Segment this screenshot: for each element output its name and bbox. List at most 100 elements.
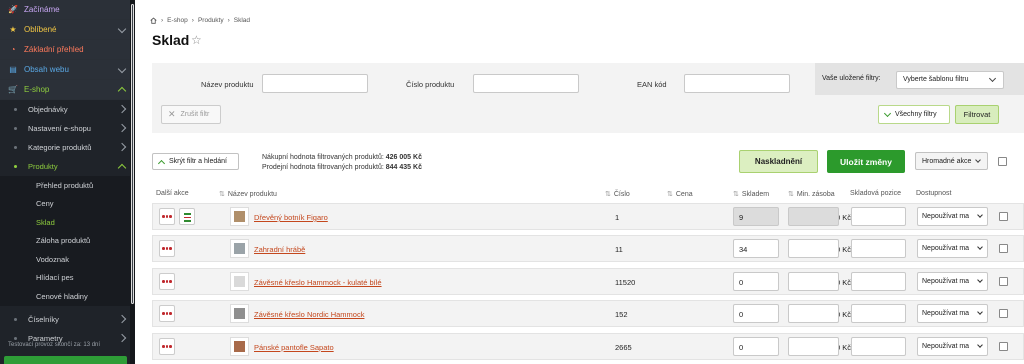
- header-availability: Dostupnost: [916, 190, 952, 197]
- stock-in-button[interactable]: Naskladnění: [739, 150, 818, 173]
- availability-select[interactable]: Nepoužívat ma: [917, 207, 988, 226]
- sale-value-label: Prodejní hodnota filtrovaných produktů:: [262, 164, 384, 171]
- list-icon[interactable]: [179, 208, 195, 225]
- sidebar-item-label: Produkty: [28, 162, 58, 171]
- sidebar-item-products[interactable]: Produkty: [0, 157, 135, 176]
- stock-input[interactable]: 34: [733, 239, 779, 258]
- product-number: 11520: [615, 278, 636, 287]
- chevron-up-icon: [117, 86, 127, 96]
- filter-button[interactable]: Filtrovat: [955, 105, 999, 124]
- header-min-stock[interactable]: ⇅ Min. zásoba: [788, 190, 835, 199]
- favorite-star-icon[interactable]: ☆: [191, 33, 202, 47]
- min-stock-input[interactable]: [788, 304, 839, 323]
- product-name-link[interactable]: Pánské pantofle Sapato: [254, 343, 334, 352]
- sidebar-item-getting-started[interactable]: 🚀 Začínáme: [0, 0, 135, 20]
- main-content: › E-shop › Produkty › Sklad Sklad ☆ Náze…: [135, 0, 1024, 364]
- trial-button[interactable]: [4, 356, 127, 364]
- availability-select[interactable]: Nepoužívat ma: [917, 239, 988, 258]
- stock-input[interactable]: 0: [733, 304, 779, 323]
- sidebar-item-price-levels[interactable]: Cenové hladiny: [0, 287, 135, 306]
- all-filters-button[interactable]: Všechny filtry: [878, 105, 950, 124]
- more-actions-button[interactable]: [159, 240, 175, 257]
- saved-filters-select[interactable]: Vyberte šablonu filtru: [896, 71, 1004, 89]
- row-checkbox[interactable]: [999, 212, 1008, 221]
- header-stock[interactable]: ⇅ Skladem: [733, 190, 770, 199]
- stock-position-input[interactable]: [851, 304, 906, 323]
- purchase-value: 426 005 Kč: [385, 154, 422, 161]
- availability-value: Nepoužívat ma: [922, 245, 970, 252]
- row-checkbox[interactable]: [999, 244, 1008, 253]
- sidebar-item-stock[interactable]: Sklad: [0, 213, 135, 232]
- gauge-icon: ◔: [10, 45, 16, 54]
- product-number-input[interactable]: [473, 74, 579, 93]
- save-changes-button[interactable]: Uložit změny: [827, 150, 905, 173]
- more-actions-button[interactable]: [159, 208, 175, 225]
- breadcrumb-eshop[interactable]: E-shop: [167, 17, 188, 24]
- home-icon[interactable]: [150, 17, 157, 24]
- header-number[interactable]: ⇅ Číslo: [605, 190, 630, 199]
- stock-input[interactable]: 0: [733, 272, 779, 291]
- bulk-actions-select[interactable]: Hromadné akce: [915, 152, 988, 170]
- stock-position-input[interactable]: [851, 239, 906, 258]
- scrollbar-thumb[interactable]: [131, 4, 134, 304]
- chevron-down-icon: [977, 309, 983, 315]
- sidebar-item-web-content[interactable]: ▤ Obsah webu: [0, 60, 135, 80]
- row-checkbox[interactable]: [999, 309, 1008, 318]
- more-actions-button[interactable]: [159, 305, 175, 322]
- header-stock-label: Skladem: [741, 190, 770, 198]
- sidebar-item-label: Objednávky: [28, 105, 68, 114]
- all-filters-label: Všechny filtry: [895, 111, 937, 118]
- breadcrumb-separator: ›: [161, 17, 164, 24]
- min-stock-input[interactable]: [788, 272, 839, 291]
- stock-input[interactable]: 0: [733, 337, 779, 356]
- product-name-link[interactable]: Zahradní hrábě: [254, 245, 305, 254]
- sidebar-item-categories[interactable]: Kategorie produktů: [0, 138, 135, 157]
- sidebar-item-orders[interactable]: Objednávky: [0, 100, 135, 119]
- bulk-actions-label: Hromadné akce: [922, 157, 972, 165]
- sidebar-item-product-overview[interactable]: Přehled produktů: [0, 176, 135, 195]
- breadcrumb-products[interactable]: Produkty: [198, 17, 224, 24]
- availability-select[interactable]: Nepoužívat ma: [917, 304, 988, 323]
- stock-position-input[interactable]: [851, 272, 906, 291]
- product-name-link[interactable]: Závěsné křeslo Hammock - kulaté bílé: [254, 278, 382, 287]
- sidebar: 🚀 Začínáme ★ Oblíbené ◔ Základní přehled…: [0, 0, 135, 364]
- row-checkbox[interactable]: [999, 277, 1008, 286]
- sort-icon: ⇅: [733, 191, 739, 198]
- availability-select[interactable]: Nepoužívat ma: [917, 272, 988, 291]
- sidebar-item-favorites[interactable]: ★ Oblíbené: [0, 20, 135, 40]
- ean-input[interactable]: [684, 74, 790, 93]
- min-stock-input[interactable]: [788, 337, 839, 356]
- cancel-filter-button[interactable]: ✕ Zrušit filtr: [161, 105, 221, 124]
- header-name[interactable]: ⇅ Název produktu: [219, 190, 277, 199]
- chevron-down-icon: [117, 64, 127, 74]
- chevron-down-icon: [117, 24, 127, 34]
- sidebar-item-product-backup[interactable]: Záloha produktů: [0, 231, 135, 250]
- sidebar-item-codelists[interactable]: Číselníky: [0, 310, 135, 329]
- star-icon: ★: [9, 25, 17, 34]
- product-name-input[interactable]: [262, 74, 368, 93]
- more-actions-button[interactable]: [159, 273, 175, 290]
- product-name-link[interactable]: Závěsné křeslo Nordic Hammock: [254, 310, 364, 319]
- stock-position-input[interactable]: [851, 337, 906, 356]
- sidebar-item-dashboard[interactable]: ◔ Základní přehled: [0, 40, 135, 60]
- sidebar-item-prices[interactable]: Ceny: [0, 194, 135, 213]
- product-name-link[interactable]: Dřevěný botník Figaro: [254, 213, 328, 222]
- min-stock-input[interactable]: [788, 239, 839, 258]
- sidebar-item-watchdog[interactable]: Hlídací pes: [0, 268, 135, 287]
- sidebar-item-eshop-settings[interactable]: Nastavení e-shopu: [0, 119, 135, 138]
- hide-filter-button[interactable]: Skrýt filtr a hledání: [152, 153, 239, 170]
- header-price[interactable]: ⇅ Cena: [667, 190, 693, 199]
- more-actions-button[interactable]: [159, 338, 175, 355]
- sidebar-item-label: Číselníky: [28, 314, 59, 324]
- availability-value: Nepoužívat ma: [922, 343, 970, 350]
- availability-select[interactable]: Nepoužívat ma: [917, 337, 988, 356]
- select-all-checkbox[interactable]: [998, 157, 1007, 166]
- stock-position-input[interactable]: [851, 207, 906, 226]
- row-checkbox[interactable]: [999, 342, 1008, 351]
- product-number: 11: [615, 245, 623, 254]
- sidebar-item-eshop[interactable]: 🛒 E-shop: [0, 80, 135, 100]
- sidebar-item-label: Kategorie produktů: [28, 143, 92, 152]
- sort-icon: ⇅: [605, 191, 611, 198]
- sidebar-item-watermark[interactable]: Vodoznak: [0, 250, 135, 269]
- sidebar-item-label: Základní přehled: [24, 45, 84, 54]
